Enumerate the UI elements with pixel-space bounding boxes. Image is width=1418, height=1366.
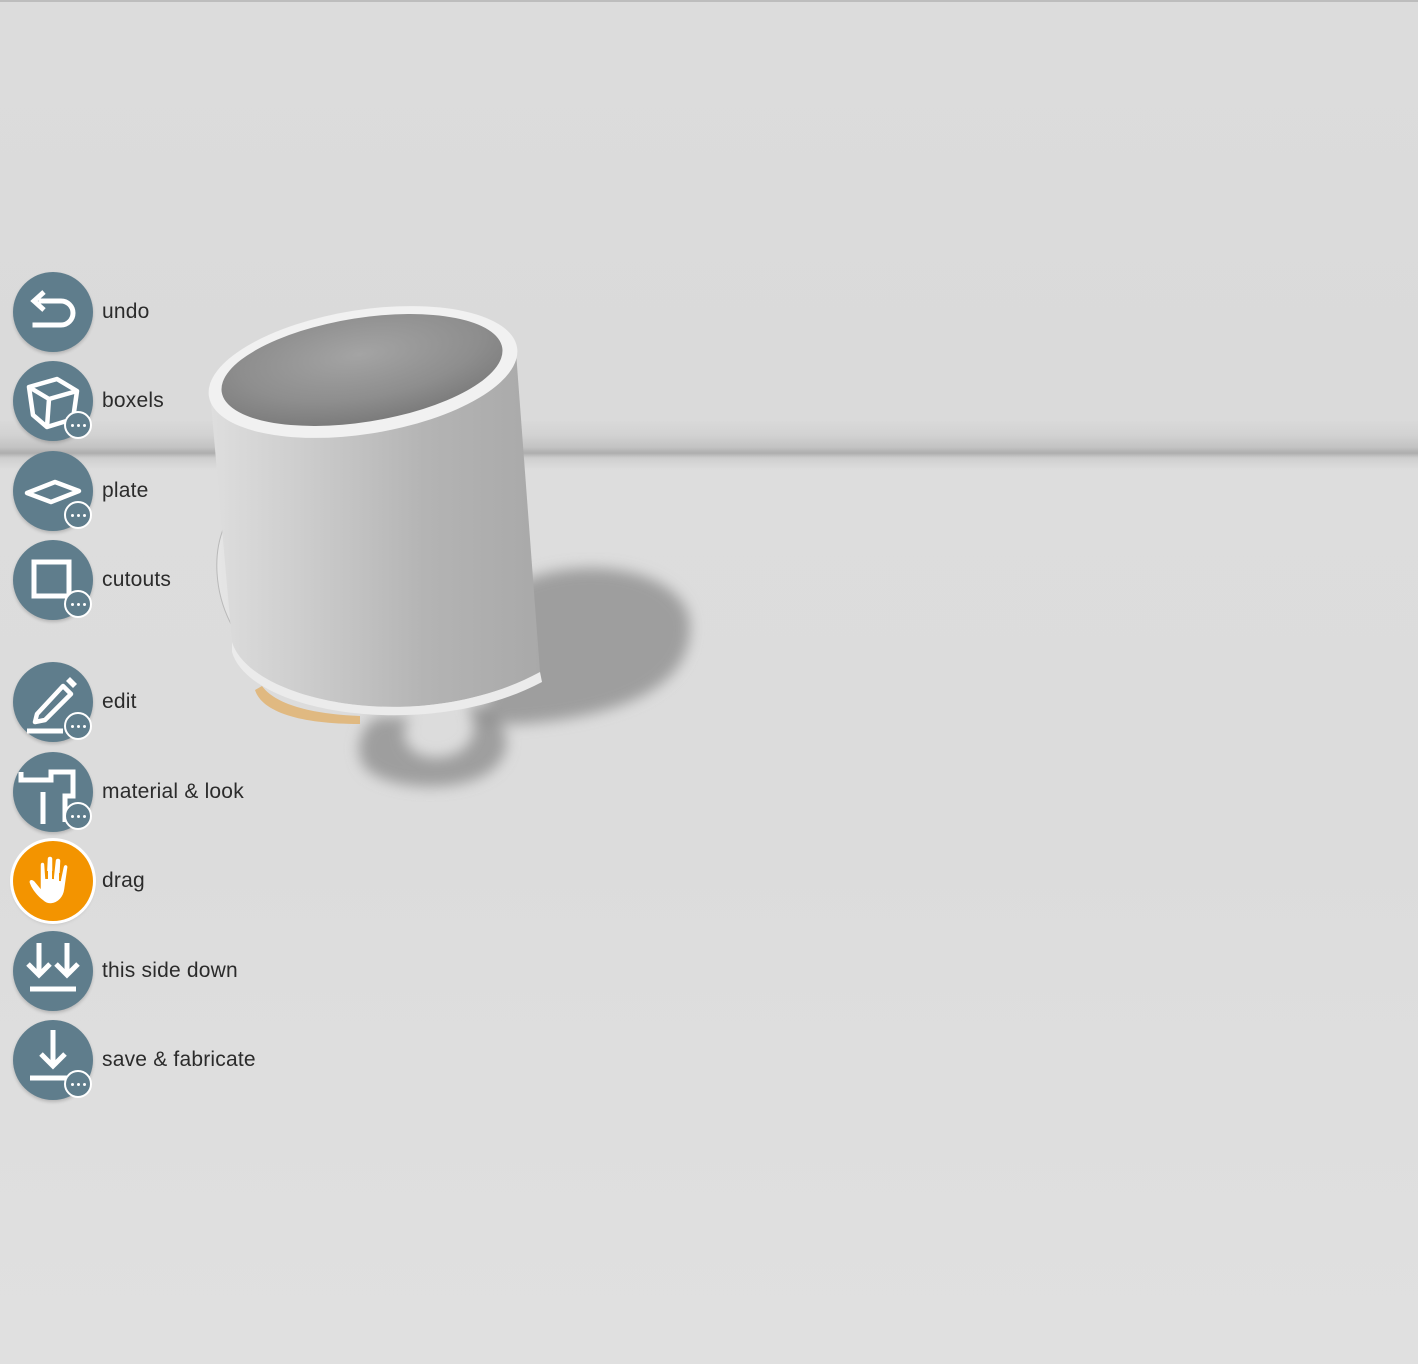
boxels-more-button[interactable]	[64, 411, 92, 439]
tool-undo[interactable]: undo	[13, 271, 150, 353]
edit-label: edit	[102, 690, 137, 713]
material-label: material & look	[102, 780, 244, 803]
drag-label: drag	[102, 869, 145, 892]
boxels-label: boxels	[102, 389, 164, 412]
undo-button[interactable]	[13, 272, 93, 352]
tool-side-down[interactable]: this side down	[13, 930, 238, 1012]
material-button[interactable]	[13, 752, 93, 832]
undo-label: undo	[102, 300, 150, 323]
tool-boxels[interactable]: boxels	[13, 360, 164, 442]
side-down-button[interactable]	[13, 931, 93, 1011]
3d-viewport[interactable]: undo boxels plate cutouts edit material …	[0, 0, 1418, 1364]
scene-canvas[interactable]	[0, 2, 1418, 1366]
tool-edit[interactable]: edit	[13, 661, 137, 743]
material-more-button[interactable]	[64, 802, 92, 830]
tool-cutouts[interactable]: cutouts	[13, 539, 171, 621]
boxels-button[interactable]	[13, 361, 93, 441]
cutouts-label: cutouts	[102, 568, 172, 591]
plate-label: plate	[102, 479, 149, 502]
drag-button[interactable]	[13, 841, 93, 921]
tool-plate[interactable]: plate	[13, 450, 149, 532]
save-label: save & fabricate	[102, 1048, 256, 1071]
hand-icon	[28, 855, 69, 905]
save-more-button[interactable]	[64, 1070, 92, 1098]
edit-button[interactable]	[13, 662, 93, 742]
save-button[interactable]	[13, 1020, 93, 1100]
cutouts-more-button[interactable]	[64, 590, 92, 618]
cutouts-button[interactable]	[13, 540, 93, 620]
side-down-label: this side down	[102, 959, 238, 982]
undo-icon	[30, 290, 76, 328]
edit-more-button[interactable]	[64, 712, 92, 740]
double-arrow-down-icon	[26, 943, 80, 992]
plate-button[interactable]	[13, 451, 93, 531]
tool-material[interactable]: material & look	[13, 751, 244, 833]
tool-drag[interactable]: drag	[13, 840, 145, 922]
tool-save[interactable]: save & fabricate	[13, 1019, 256, 1101]
plate-more-button[interactable]	[64, 501, 92, 529]
mug-model[interactable]	[199, 286, 542, 716]
